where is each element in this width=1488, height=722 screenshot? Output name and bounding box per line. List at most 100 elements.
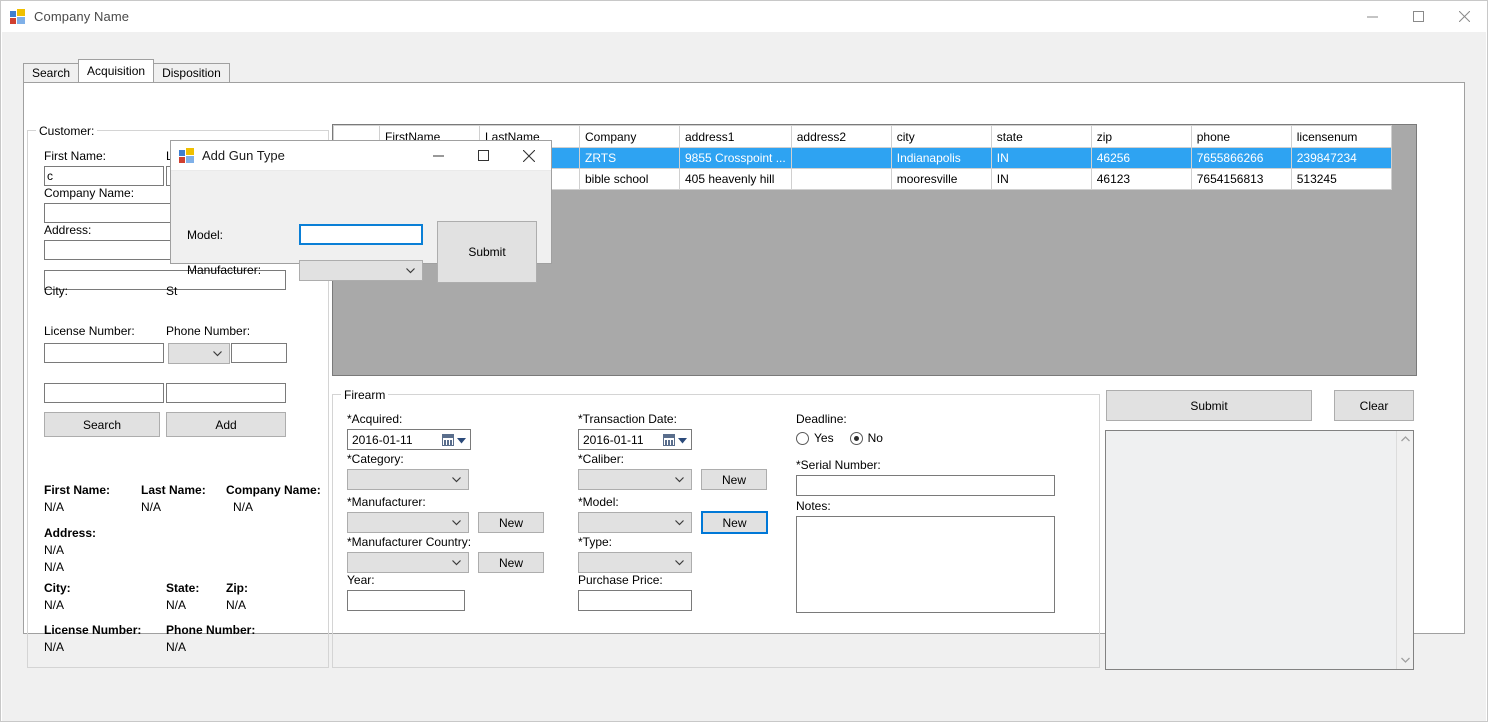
customer-city-input[interactable]	[44, 343, 164, 363]
submit-button[interactable]: Submit	[1106, 390, 1312, 421]
cell-city[interactable]: mooresville	[890, 168, 992, 190]
chevron-down-icon	[452, 476, 461, 483]
firearm-transaction-date-datepicker[interactable]: 2016-01-11	[578, 429, 692, 450]
column-header-state[interactable]: state	[990, 125, 1092, 148]
customer-state-combo[interactable]	[168, 343, 230, 364]
firearm-deadline-label: Deadline:	[796, 412, 847, 426]
cell-state[interactable]: IN	[990, 168, 1092, 190]
column-header-zip[interactable]: zip	[1090, 125, 1192, 148]
title-bar: Company Name	[1, 1, 1487, 32]
column-header-licensenum[interactable]: licensenum	[1290, 125, 1392, 148]
column-header-city[interactable]: city	[890, 125, 992, 148]
dialog-title: Add Gun Type	[202, 148, 285, 163]
customer-license-input[interactable]	[44, 383, 164, 403]
scroll-down-icon[interactable]	[1400, 655, 1410, 666]
firearm-purchase-price-input[interactable]	[578, 590, 692, 611]
customer-zip-input[interactable]	[231, 343, 287, 363]
cell-address2[interactable]	[790, 147, 892, 169]
result-company-name-label: Company Name:	[226, 483, 321, 497]
result-address1-value: N/A	[44, 543, 65, 557]
result-license-value: N/A	[44, 640, 65, 654]
log-listbox[interactable]	[1105, 430, 1414, 670]
customer-state-label: St	[166, 284, 178, 298]
firearm-serial-number-input[interactable]	[796, 475, 1055, 496]
dialog-body: Model: Manufacturer: Submit	[171, 171, 551, 283]
maximize-icon[interactable]	[1395, 1, 1441, 32]
cell-city[interactable]: Indianapolis	[890, 147, 992, 169]
add-gun-type-dialog: Add Gun Type Model: Manufacturer: Submit	[170, 140, 552, 283]
close-icon[interactable]	[506, 141, 551, 171]
cell-licensenum[interactable]: 239847234	[1290, 147, 1392, 169]
cell-company[interactable]: ZRTS	[579, 147, 680, 169]
client-area: Search Acquisition Disposition Customer:…	[2, 32, 1486, 721]
scroll-up-icon[interactable]	[1400, 434, 1410, 445]
firearm-model-combo[interactable]	[578, 512, 692, 533]
result-last-name-value: N/A	[141, 500, 162, 514]
firearm-model-label: *Model:	[578, 495, 619, 509]
column-header-company[interactable]: Company	[579, 125, 680, 148]
firearm-year-label: Year:	[347, 573, 375, 587]
customer-license-label: License Number:	[44, 324, 135, 338]
chevron-down-icon	[452, 559, 461, 566]
column-header-address1[interactable]: address1	[679, 125, 792, 148]
cell-company[interactable]: bible school	[579, 168, 680, 190]
deadline-yes-radio[interactable]	[796, 431, 809, 445]
result-first-name-value: N/A	[44, 500, 65, 514]
firearm-caliber-combo[interactable]	[578, 469, 692, 490]
close-icon[interactable]	[1441, 1, 1487, 32]
cell-address1[interactable]: 405 heavenly hill	[679, 168, 792, 190]
cell-licensenum[interactable]: 513245	[1290, 168, 1392, 190]
customer-add-button[interactable]: Add	[166, 412, 286, 437]
result-first-name-label: First Name:	[44, 483, 111, 497]
firearm-transaction-date-label: *Transaction Date:	[578, 412, 677, 426]
firearm-notes-textarea[interactable]	[796, 516, 1055, 613]
dialog-manufacturer-label: Manufacturer:	[187, 263, 262, 277]
deadline-no-radio[interactable]	[849, 431, 863, 445]
result-city-value: N/A	[44, 598, 65, 612]
tab-disposition-label: Disposition	[162, 66, 221, 80]
log-listbox-scrollbar[interactable]	[1396, 431, 1413, 669]
minimize-icon[interactable]	[1349, 1, 1395, 32]
customer-group-title: Customer:	[36, 124, 98, 138]
column-header-phone[interactable]: phone	[1190, 125, 1292, 148]
app-icon	[179, 147, 195, 164]
calendar-icon	[442, 433, 454, 446]
firearm-manufacturer-label: *Manufacturer:	[347, 495, 426, 509]
cell-phone[interactable]: 7655866266	[1190, 147, 1292, 169]
minimize-icon[interactable]	[416, 141, 461, 171]
tab-acquisition[interactable]: Acquisition	[78, 59, 155, 82]
dialog-model-input[interactable]	[299, 224, 423, 245]
firearm-year-input[interactable]	[347, 590, 465, 611]
customer-search-button[interactable]: Search	[44, 412, 160, 437]
firearm-acquired-datepicker[interactable]: 2016-01-11	[347, 429, 471, 450]
cell-state[interactable]: IN	[990, 147, 1092, 169]
dialog-submit-button[interactable]: Submit	[437, 221, 537, 283]
firearm-model-new-button[interactable]: New	[701, 511, 768, 534]
maximize-icon[interactable]	[461, 141, 506, 171]
firearm-type-combo[interactable]	[578, 552, 692, 573]
calendar-icon	[663, 433, 675, 446]
chevron-down-icon	[213, 350, 222, 357]
deadline-yes-label: Yes	[814, 431, 834, 445]
cell-zip[interactable]: 46256	[1090, 147, 1192, 169]
clear-button[interactable]: Clear	[1334, 390, 1414, 421]
customer-phone-input[interactable]	[166, 383, 286, 403]
column-header-address2[interactable]: address2	[790, 125, 892, 148]
cell-zip[interactable]: 46123	[1090, 168, 1192, 190]
chevron-down-icon	[457, 433, 466, 447]
firearm-caliber-label: *Caliber:	[578, 452, 625, 466]
cell-address2[interactable]	[790, 168, 892, 190]
cell-address1[interactable]: 9855 Crosspoint ...	[679, 147, 792, 169]
cell-phone[interactable]: 7654156813	[1190, 168, 1292, 190]
firearm-manufacturer-new-button[interactable]: New	[478, 512, 544, 533]
firearm-caliber-new-button[interactable]: New	[701, 469, 767, 490]
firearm-manufacturer-combo[interactable]	[347, 512, 469, 533]
firearm-manufacturer-country-new-button[interactable]: New	[478, 552, 544, 573]
firearm-manufacturer-country-combo[interactable]	[347, 552, 469, 573]
tab-disposition[interactable]: Disposition	[153, 63, 230, 82]
firearm-category-combo[interactable]	[347, 469, 469, 490]
customer-first-name-input[interactable]	[44, 166, 164, 186]
customer-address-label: Address:	[44, 223, 92, 237]
tab-search[interactable]: Search	[23, 63, 80, 82]
dialog-manufacturer-combo[interactable]	[299, 260, 423, 281]
